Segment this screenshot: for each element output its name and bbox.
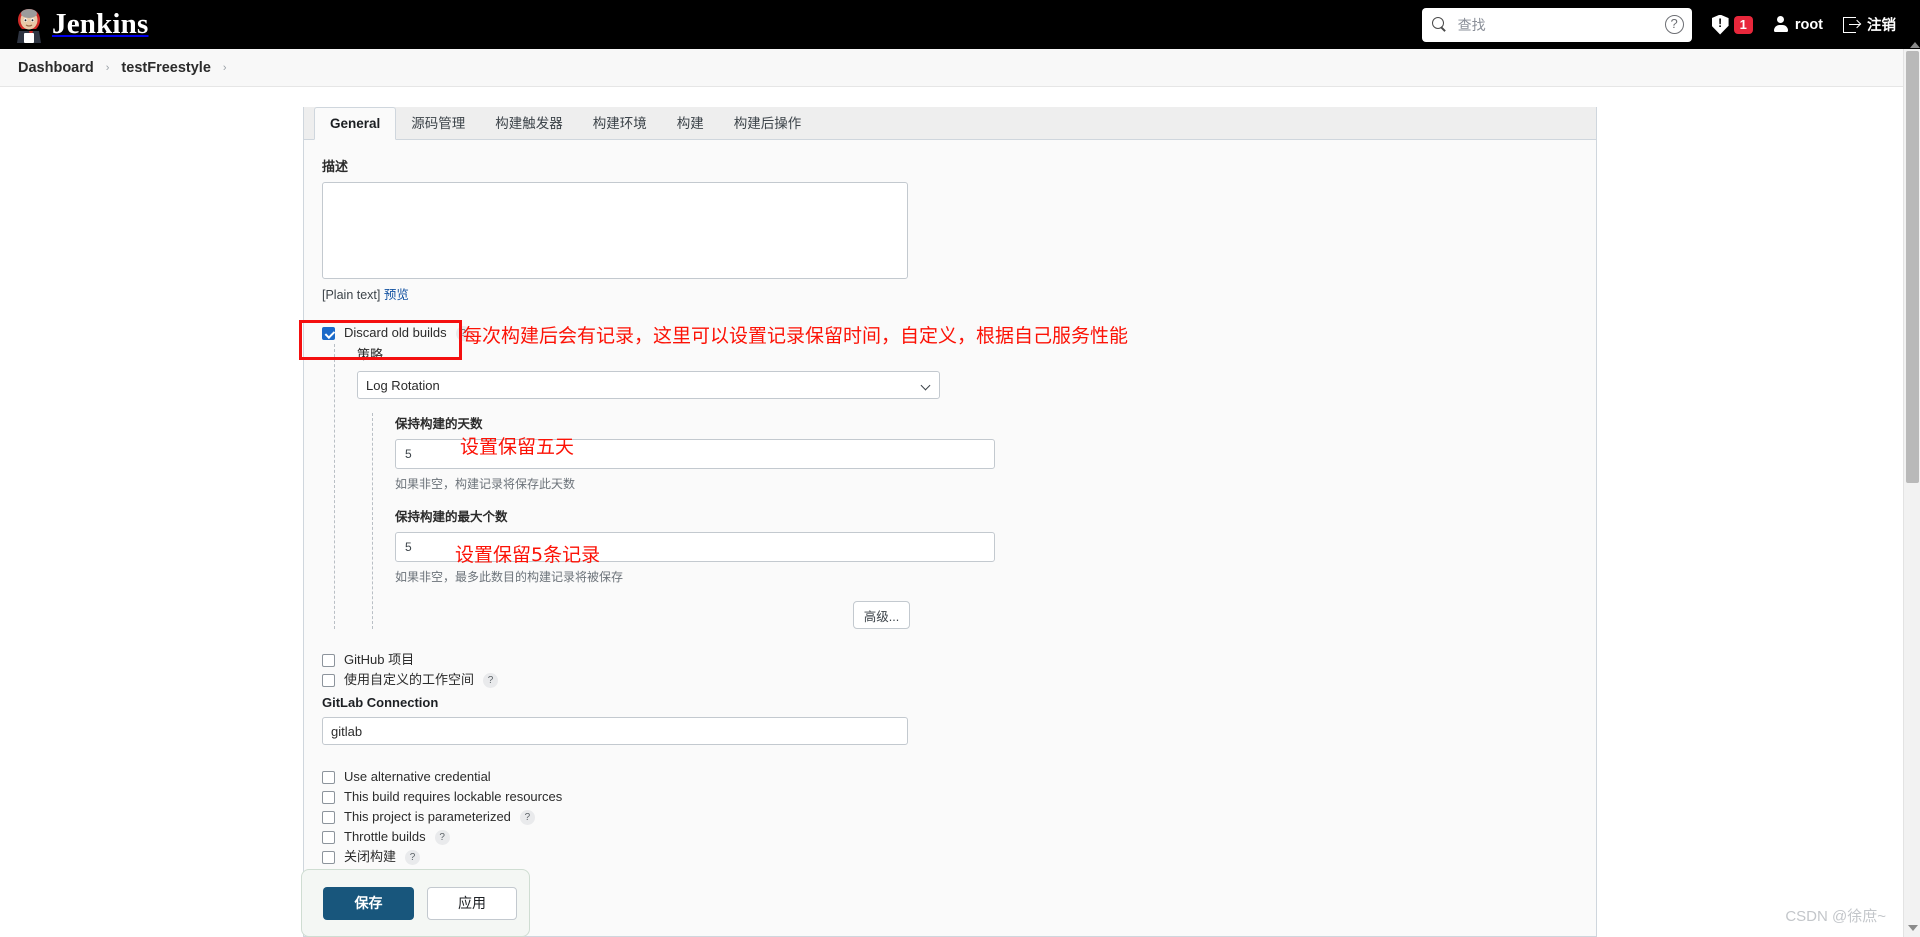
shield-alert-icon <box>1711 14 1729 35</box>
max-builds-to-keep-help: 如果非空，最多此数目的构建记录将被保存 <box>395 570 624 584</box>
gitlab-connection-select[interactable]: gitlab <box>322 717 908 745</box>
parameterized-label: This project is parameterized <box>344 809 511 824</box>
gitlab-connection-label: GitLab Connection <box>322 695 439 710</box>
advanced-button-log-rotation[interactable]: 高级... <box>853 601 910 629</box>
use-alternative-credential-label: Use alternative credential <box>344 769 491 784</box>
scroll-up-arrow-icon[interactable] <box>1910 42 1920 48</box>
disable-build-row[interactable]: 关闭构建 ? <box>322 848 1578 866</box>
strategy-select-value: Log Rotation <box>366 377 440 393</box>
person-icon <box>1773 15 1789 34</box>
strategy-select[interactable]: Log Rotation <box>357 371 940 399</box>
disable-build-label: 关闭构建 <box>344 849 397 864</box>
use-alternative-credential-checkbox[interactable] <box>322 770 335 784</box>
github-project-row[interactable]: GitHub 项目 <box>322 651 1578 669</box>
user-name: root <box>1794 16 1823 33</box>
breadcrumb: Dashboard › testFreestyle › <box>0 49 1920 87</box>
watermark: CSDN @徐庶~ <box>1785 908 1886 925</box>
breadcrumb-item-job[interactable]: testFreestyle <box>121 60 210 76</box>
parameterized-row[interactable]: This project is parameterized ? <box>322 808 1578 826</box>
tab-source-code-management[interactable]: 源码管理 <box>396 108 480 139</box>
logout-label: 注销 <box>1867 18 1896 34</box>
security-alerts-button[interactable]: 1 <box>1711 14 1753 35</box>
description-format-row: [Plain text] 预览 <box>322 284 1578 303</box>
description-label: 描述 <box>322 159 349 174</box>
app-header: Jenkins ? 1 root 注销 <box>0 0 1920 49</box>
throttle-builds-row[interactable]: Throttle builds ? <box>322 828 1578 846</box>
custom-workspace-label: 使用自定义的工作空间 <box>344 672 475 687</box>
breadcrumb-item-dashboard[interactable]: Dashboard <box>18 60 94 76</box>
tab-post-build-actions[interactable]: 构建后操作 <box>719 108 817 139</box>
config-tabbar: General 源码管理 构建触发器 构建环境 构建 构建后操作 <box>304 107 1596 140</box>
save-button[interactable]: 保存 <box>323 886 414 920</box>
tab-general[interactable]: General <box>314 107 397 140</box>
tab-build-triggers[interactable]: 构建触发器 <box>480 108 578 139</box>
github-project-checkbox[interactable] <box>322 653 335 667</box>
general-tab-body: 描述 [Plain text] 预览 Discard old builds ? … <box>304 140 1596 936</box>
use-alternative-credential-row[interactable]: Use alternative credential <box>322 768 1578 786</box>
disable-build-help-icon[interactable]: ? <box>405 849 421 865</box>
preview-link[interactable]: 预览 <box>384 288 409 302</box>
jenkins-logo-link[interactable]: Jenkins <box>14 0 149 49</box>
brand-title: Jenkins <box>52 8 149 40</box>
disable-build-checkbox[interactable] <box>322 850 335 864</box>
search-icon <box>1431 17 1447 32</box>
save-action-bar: 保存 应用 <box>301 869 530 937</box>
custom-workspace-help-icon[interactable]: ? <box>483 672 499 688</box>
lockable-resources-label: This build requires lockable resources <box>344 789 563 804</box>
max-builds-to-keep-label: 保持构建的最大个数 <box>395 510 508 524</box>
throttle-builds-label: Throttle builds <box>344 829 426 844</box>
parameterized-checkbox[interactable] <box>322 810 335 824</box>
discard-old-builds-section: 策略 Log Rotation 保持构建的天数 如果非空，构建记录将保存此天数 … <box>334 344 1578 629</box>
lockable-resources-checkbox[interactable] <box>322 790 335 804</box>
logout-icon <box>1843 16 1861 33</box>
chevron-down-icon <box>920 380 931 391</box>
discard-old-builds-checkbox[interactable] <box>322 326 335 340</box>
parameterized-help-icon[interactable]: ? <box>519 809 535 825</box>
gitlab-connection-value: gitlab <box>331 723 363 739</box>
header-right-controls: ? 1 root 注销 <box>1421 0 1920 49</box>
days-to-keep-help: 如果非空，构建记录将保存此天数 <box>395 477 576 491</box>
annotation-text-max: 设置保留5条记录 <box>455 544 601 566</box>
lockable-resources-row[interactable]: This build requires lockable resources <box>322 788 1578 806</box>
discard-old-builds-label: Discard old builds <box>344 325 447 340</box>
scrollbar-thumb[interactable] <box>1906 42 1920 483</box>
search-help-icon[interactable]: ? <box>1664 15 1684 34</box>
alert-count-badge: 1 <box>1733 15 1753 34</box>
annotation-text-discard: 每次构建后会有记录，这里可以设置记录保留时间，自定义，根据自己服务性能 <box>463 325 1129 347</box>
description-textarea[interactable] <box>322 182 908 279</box>
page-scrollbar[interactable] <box>1903 42 1920 937</box>
jenkins-mascot-icon <box>14 7 44 43</box>
tab-build-environment[interactable]: 构建环境 <box>578 108 662 139</box>
apply-button[interactable]: 应用 <box>427 886 517 920</box>
user-menu[interactable]: root <box>1773 15 1823 34</box>
tab-build[interactable]: 构建 <box>662 108 719 139</box>
github-project-label: GitHub 项目 <box>344 652 415 667</box>
throttle-builds-help-icon[interactable]: ? <box>434 829 450 845</box>
plain-text-label: [Plain text] <box>322 288 381 302</box>
search-box[interactable]: ? <box>1421 7 1692 42</box>
custom-workspace-row[interactable]: 使用自定义的工作空间 ? <box>322 671 1578 689</box>
breadcrumb-separator-2: › <box>222 61 227 74</box>
days-to-keep-label: 保持构建的天数 <box>395 417 483 431</box>
scroll-down-arrow-icon[interactable] <box>1908 925 1918 931</box>
throttle-builds-checkbox[interactable] <box>322 830 335 844</box>
job-config-panel: General 源码管理 构建触发器 构建环境 构建 构建后操作 描述 [Pla… <box>303 107 1597 937</box>
logout-button[interactable]: 注销 <box>1843 14 1896 35</box>
annotation-text-days: 设置保留五天 <box>460 436 575 458</box>
search-input[interactable] <box>1455 15 1661 34</box>
custom-workspace-checkbox[interactable] <box>322 673 335 687</box>
breadcrumb-separator: › <box>105 61 110 74</box>
